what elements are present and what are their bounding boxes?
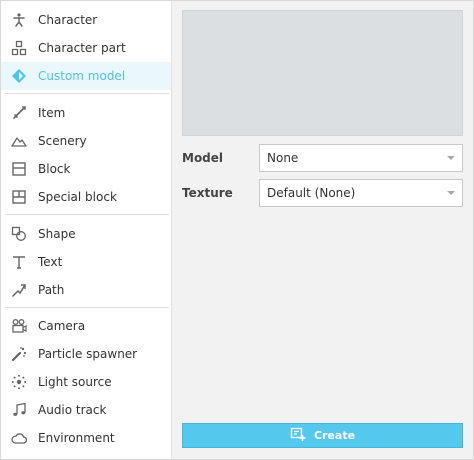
sidebar-item-scenery[interactable]: Scenery [1,127,171,155]
sidebar-item-character[interactable]: Character [1,6,171,34]
sidebar-item-light-source[interactable]: Light source [1,368,171,396]
camera-icon [11,318,27,334]
sidebar-item-label: Camera [38,319,86,333]
sidebar-item-label: Item [38,106,66,120]
sidebar-item-label: Custom model [38,69,126,83]
sidebar-item-environment[interactable]: Environment [1,424,171,452]
sidebar-item-particle-spawner[interactable]: Particle spawner [1,340,171,368]
sidebar-item-label: Audio track [38,403,107,417]
model-preview [182,10,463,136]
texture-select-value: Default (None) [267,186,356,200]
item-icon [11,105,27,121]
light-source-icon [11,374,27,390]
model-select[interactable]: None [259,144,463,172]
sidebar-item-label: Special block [38,190,117,204]
sidebar-item-label: Text [38,255,63,269]
character-icon [11,12,27,28]
character-part-icon [11,40,27,56]
block-icon [11,161,27,177]
text-icon [11,254,27,270]
sidebar-item-label: Path [38,283,65,297]
sidebar-item-label: Block [38,162,71,176]
chevron-down-icon [447,191,455,195]
sidebar-item-path[interactable]: Path [1,276,171,304]
model-select-value: None [267,151,299,165]
texture-select[interactable]: Default (None) [259,179,463,207]
sidebar-item-label: Shape [38,227,76,241]
create-icon [290,426,306,445]
sidebar-item-label: Character [38,13,98,27]
scenery-icon [11,133,27,149]
sidebar-item-custom-model[interactable]: Custom model [1,62,171,90]
shape-icon [11,226,27,242]
sidebar-item-label: Particle spawner [38,347,138,361]
sidebar-item-text[interactable]: Text [1,248,171,276]
path-icon [11,282,27,298]
create-button-label: Create [313,429,356,442]
audio-track-icon [11,402,27,418]
sidebar-item-shape[interactable]: Shape [1,220,171,248]
sidebar-divider [5,214,169,215]
object-type-sidebar: Character Character part Custom model It… [1,1,172,459]
sidebar-item-audio-track[interactable]: Audio track [1,396,171,424]
sidebar-item-block[interactable]: Block [1,155,171,183]
model-label: Model [182,151,224,165]
sidebar-item-label: Character part [38,41,126,55]
sidebar-item-label: Scenery [38,134,87,148]
sidebar-item-label: Light source [38,375,112,389]
chevron-down-icon [447,156,455,160]
sidebar-item-item[interactable]: Item [1,99,171,127]
sidebar-item-label: Environment [38,431,115,445]
environment-icon [11,430,27,446]
sidebar-item-special-block[interactable]: Special block [1,183,171,211]
sidebar-divider [5,93,169,94]
sidebar-item-character-part[interactable]: Character part [1,34,171,62]
special-block-icon [11,189,27,205]
properties-panel: Model None Texture Default (None) Create [172,1,473,459]
custom-model-icon [11,68,27,84]
new-object-dialog: Character Character part Custom model It… [0,0,474,460]
texture-label: Texture [182,186,233,200]
particle-spawner-icon [11,346,27,362]
sidebar-item-camera[interactable]: Camera [1,312,171,340]
create-button[interactable]: Create [182,423,463,448]
sidebar-divider [5,307,169,308]
